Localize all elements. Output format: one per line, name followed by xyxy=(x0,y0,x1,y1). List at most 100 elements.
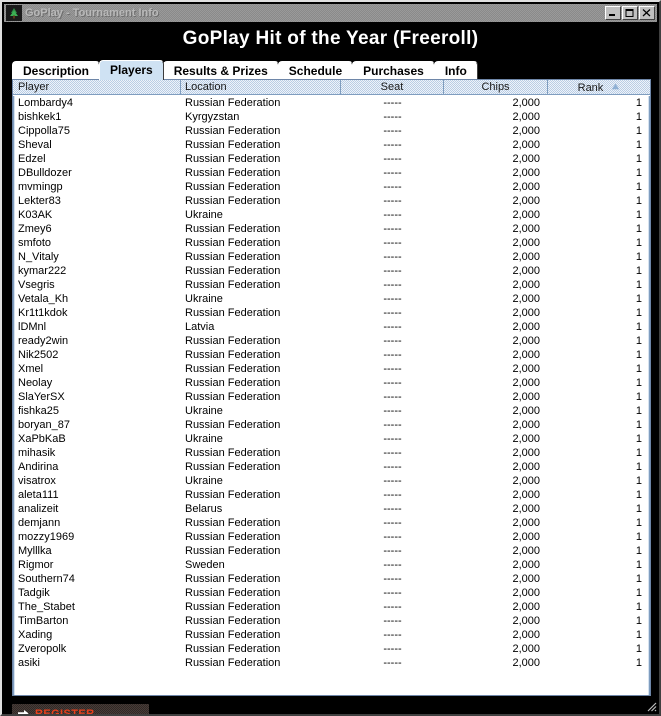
players-table-body[interactable]: Lombardy4 Russian Federation ----- 2,000 1 bi… xyxy=(13,96,650,695)
tab-info[interactable]: Info xyxy=(433,61,478,80)
cell-seat: ----- xyxy=(383,195,402,207)
tab-purchases[interactable]: Purchases xyxy=(352,61,435,80)
cell-chips: 2,000 xyxy=(512,475,540,487)
cell-location: Russian Federation xyxy=(185,363,281,375)
maximize-button[interactable] xyxy=(622,6,638,20)
table-row[interactable]: analizeit Belarus ----- 2,000 1 xyxy=(13,502,650,516)
table-row[interactable]: Lombardy4 Russian Federation ----- 2,000 1 xyxy=(13,96,650,110)
table-row[interactable]: Zmey6 Russian Federation ----- 2,000 1 xyxy=(13,222,650,236)
table-row[interactable]: mvmingp Russian Federation ----- 2,000 1 xyxy=(13,180,650,194)
cell-player: DBulldozer xyxy=(18,167,72,179)
cell-chips: 2,000 xyxy=(512,545,540,557)
table-row[interactable]: Vetala_Kh Ukraine ----- 2,000 1 xyxy=(13,292,650,306)
table-row[interactable]: TimBarton Russian Federation ----- 2,000 1 xyxy=(13,614,650,628)
table-row[interactable]: DBulldozer Russian Federation ----- 2,000 1 xyxy=(13,166,650,180)
minimize-button[interactable] xyxy=(605,6,621,20)
cell-rank: 1 xyxy=(635,307,642,319)
table-row[interactable]: SlaYerSX Russian Federation ----- 2,000 1 xyxy=(13,390,650,404)
cell-location: Russian Federation xyxy=(185,349,281,361)
cell-player: Lekter83 xyxy=(18,195,61,207)
cell-location: Russian Federation xyxy=(185,97,281,109)
tab-players[interactable]: Players xyxy=(99,60,164,80)
cell-player: Sheval xyxy=(18,139,52,151)
table-row[interactable]: boryan_87 Russian Federation ----- 2,000 1 xyxy=(13,418,650,432)
cell-player: bishkek1 xyxy=(18,111,62,123)
table-row[interactable]: Neolay Russian Federation ----- 2,000 1 xyxy=(13,376,650,390)
cell-rank: 1 xyxy=(635,503,642,515)
cell-player: Tadgik xyxy=(18,587,50,599)
table-row[interactable]: smfoto Russian Federation ----- 2,000 1 xyxy=(13,236,650,250)
cell-location: Russian Federation xyxy=(185,279,281,291)
table-row[interactable]: Nik2502 Russian Federation ----- 2,000 1 xyxy=(13,348,650,362)
cell-player: mvmingp xyxy=(18,181,63,193)
table-row[interactable]: Xmel Russian Federation ----- 2,000 1 xyxy=(13,362,650,376)
table-row[interactable]: Sheval Russian Federation ----- 2,000 1 xyxy=(13,138,650,152)
table-row[interactable]: visatrox Ukraine ----- 2,000 1 xyxy=(13,474,650,488)
table-row[interactable]: XaPbKaB Ukraine ----- 2,000 1 xyxy=(13,432,650,446)
cell-chips: 2,000 xyxy=(512,251,540,263)
table-row[interactable]: mihasik Russian Federation ----- 2,000 1 xyxy=(13,446,650,460)
cell-location: Ukraine xyxy=(185,209,223,221)
window-titlebar[interactable]: GoPlay - Tournament Info xyxy=(4,4,657,22)
tab-results-prizes[interactable]: Results & Prizes xyxy=(162,61,279,80)
table-row[interactable]: Zveropolk Russian Federation ----- 2,000 1 xyxy=(13,642,650,656)
table-row[interactable]: Vsegris Russian Federation ----- 2,000 1 xyxy=(13,278,650,292)
cell-location: Ukraine xyxy=(185,433,223,445)
register-button[interactable]: REGISTER xyxy=(12,704,149,714)
table-row[interactable]: Kr1t1kdok Russian Federation ----- 2,000 1 xyxy=(13,306,650,320)
table-row[interactable]: Southern74 Russian Federation ----- 2,000 1 xyxy=(13,572,650,586)
goplay-logo-icon xyxy=(6,5,22,21)
column-header-location[interactable]: Location xyxy=(181,80,341,94)
table-row[interactable]: K03AK Ukraine ----- 2,000 1 xyxy=(13,208,650,222)
column-header-seat[interactable]: Seat xyxy=(341,80,444,94)
column-header-rank[interactable]: Rank xyxy=(548,80,650,94)
cell-player: Xading xyxy=(18,629,53,641)
cell-rank: 1 xyxy=(635,419,642,431)
column-header-player[interactable]: Player xyxy=(13,80,181,94)
table-row[interactable]: N_Vitaly Russian Federation ----- 2,000 1 xyxy=(13,250,650,264)
cell-rank: 1 xyxy=(635,377,642,389)
cell-location: Russian Federation xyxy=(185,489,281,501)
cell-rank: 1 xyxy=(635,335,642,347)
table-row[interactable]: aleta111 Russian Federation ----- 2,000 1 xyxy=(13,488,650,502)
table-row[interactable]: fishka25 Ukraine ----- 2,000 1 xyxy=(13,404,650,418)
cell-chips: 2,000 xyxy=(512,167,540,179)
table-row[interactable]: Rigmor Sweden ----- 2,000 1 xyxy=(13,558,650,572)
tab-description[interactable]: Description xyxy=(12,61,101,80)
table-row[interactable]: Lekter83 Russian Federation ----- 2,000 1 xyxy=(13,194,650,208)
tab-schedule[interactable]: Schedule xyxy=(277,61,354,80)
table-row[interactable]: Edzel Russian Federation ----- 2,000 1 xyxy=(13,152,650,166)
cell-player: XaPbKaB xyxy=(18,433,66,445)
cell-rank: 1 xyxy=(635,573,642,585)
table-row[interactable]: ready2win Russian Federation ----- 2,000 1 xyxy=(13,334,650,348)
cell-location: Russian Federation xyxy=(185,447,281,459)
table-row[interactable]: asiki Russian Federation ----- 2,000 1 xyxy=(13,656,650,670)
table-row[interactable]: mozzy1969 Russian Federation ----- 2,000 1 xyxy=(13,530,650,544)
cell-chips: 2,000 xyxy=(512,139,540,151)
players-table-header: Player Location Seat Chips Rank xyxy=(13,80,650,95)
cell-chips: 2,000 xyxy=(512,615,540,627)
cell-chips: 2,000 xyxy=(512,153,540,165)
close-button[interactable] xyxy=(639,6,655,20)
cell-location: Russian Federation xyxy=(185,195,281,207)
cell-location: Latvia xyxy=(185,321,215,333)
table-row[interactable]: kymar222 Russian Federation ----- 2,000 1 xyxy=(13,264,650,278)
cell-rank: 1 xyxy=(635,223,642,235)
cell-seat: ----- xyxy=(383,545,402,557)
resize-grip[interactable] xyxy=(643,698,657,712)
table-row[interactable]: demjann Russian Federation ----- 2,000 1 xyxy=(13,516,650,530)
table-row[interactable]: Tadgik Russian Federation ----- 2,000 1 xyxy=(13,586,650,600)
cell-player: kymar222 xyxy=(18,265,67,277)
table-row[interactable]: Xading Russian Federation ----- 2,000 1 xyxy=(13,628,650,642)
cell-seat: ----- xyxy=(383,503,402,515)
table-row[interactable]: lDMnl Latvia ----- 2,000 1 xyxy=(13,320,650,334)
table-row[interactable]: Andirina Russian Federation ----- 2,000 1 xyxy=(13,460,650,474)
column-header-chips[interactable]: Chips xyxy=(444,80,548,94)
table-row[interactable]: Cippolla75 Russian Federation ----- 2,000 1 xyxy=(13,124,650,138)
cell-player: Zmey6 xyxy=(18,223,52,235)
table-row[interactable]: bishkek1 Kyrgyzstan ----- 2,000 1 xyxy=(13,110,650,124)
cell-location: Russian Federation xyxy=(185,377,281,389)
table-row[interactable]: Mylllka Russian Federation ----- 2,000 1 xyxy=(13,544,650,558)
table-row[interactable]: The_Stabet Russian Federation ----- 2,000 1 xyxy=(13,600,650,614)
cell-chips: 2,000 xyxy=(512,405,540,417)
